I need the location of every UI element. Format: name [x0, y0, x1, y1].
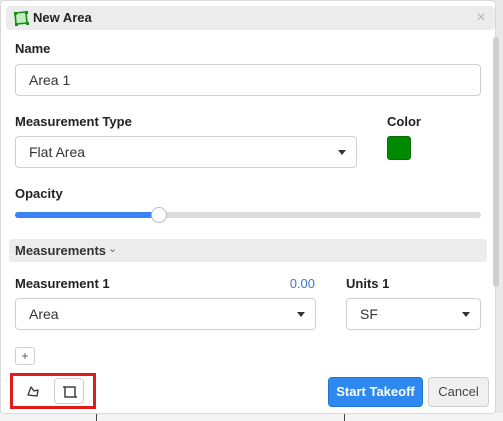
opacity-label: Opacity [15, 186, 63, 201]
opacity-slider-thumb[interactable] [151, 207, 168, 223]
rectangle-tool-button[interactable] [54, 378, 84, 404]
units-1-value: SF [360, 306, 378, 322]
measurement-type-value: Flat Area [29, 144, 86, 160]
area-polygon-icon [14, 11, 29, 26]
new-area-dialog: New Area × Name Area 1 Measurement Type … [0, 0, 499, 414]
dialog-titlebar[interactable]: New Area × [6, 6, 495, 30]
start-takeoff-button[interactable]: Start Takeoff [328, 377, 423, 407]
close-icon[interactable]: × [472, 8, 490, 28]
measurement-type-label: Measurement Type [15, 114, 132, 129]
background-canvas-strip [0, 413, 503, 421]
measurement-1-type-value: Area [29, 306, 59, 322]
chevron-down-icon [338, 150, 346, 155]
name-label: Name [15, 41, 51, 56]
measurement-1-type-select[interactable]: Area [15, 298, 316, 330]
background-line [344, 413, 345, 421]
add-measurement-button[interactable]: + [15, 347, 35, 365]
units-1-select[interactable]: SF [346, 298, 481, 330]
color-swatch[interactable] [387, 136, 411, 160]
opacity-slider-track[interactable] [15, 212, 481, 218]
chevron-down-icon: ⌄ [108, 243, 118, 255]
chevron-down-icon [462, 312, 470, 317]
measurements-section-label: Measurements [15, 243, 107, 258]
background-line [96, 413, 97, 421]
chevron-down-icon [297, 312, 305, 317]
cancel-button[interactable]: Cancel [428, 377, 489, 407]
rectangle-icon [63, 386, 77, 398]
name-input[interactable]: Area 1 [15, 64, 481, 96]
opacity-slider-fill [15, 212, 160, 218]
units-1-label: Units 1 [346, 276, 390, 291]
dialog-title: New Area [33, 10, 92, 25]
color-label: Color [387, 114, 421, 129]
dialog-scrollbar[interactable] [493, 37, 499, 287]
measurements-section-header[interactable]: Measurements ⌄ [9, 239, 487, 262]
measurement-1-value: 0.00 [289, 276, 315, 291]
polygon-tool-button[interactable] [18, 378, 48, 404]
polygon-icon [27, 386, 39, 397]
measurement-1-label: Measurement 1 [15, 276, 110, 291]
measurement-type-select[interactable]: Flat Area [15, 136, 357, 168]
